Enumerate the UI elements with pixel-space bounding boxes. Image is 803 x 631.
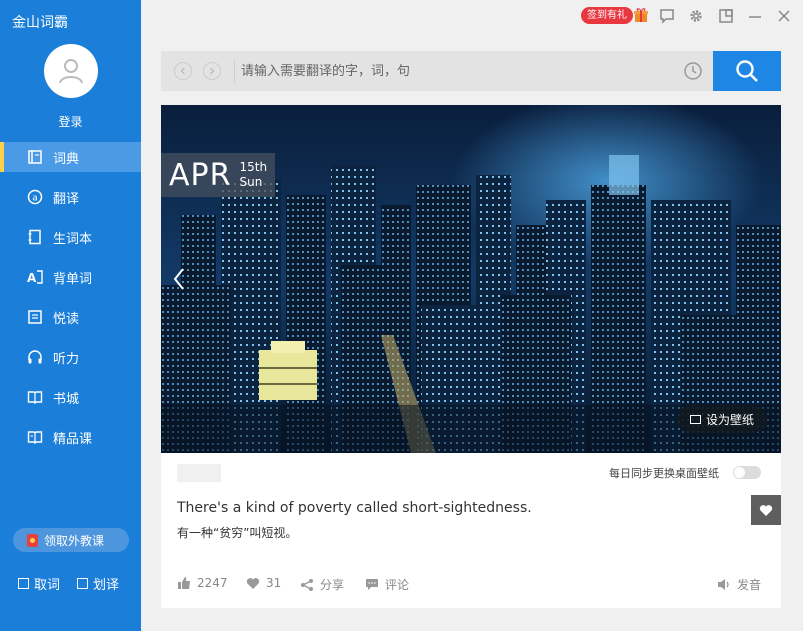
sidebar-item-wordbook[interactable]: 生词本	[0, 222, 141, 252]
search-button[interactable]	[713, 51, 781, 91]
pronounce-label: 发音	[737, 578, 762, 592]
comment-label: 评论	[385, 578, 410, 592]
daily-sentence-card: APR 15th Sun 设为壁纸 每日同步更换桌面壁纸 There's a k…	[161, 105, 781, 608]
heart-count-button[interactable]: 31	[246, 576, 281, 590]
svg-text:A: A	[27, 271, 37, 285]
sidebar-item-bookstore[interactable]: 书城	[0, 382, 141, 412]
courses-icon	[26, 428, 44, 446]
speaker-icon	[718, 579, 729, 590]
forward-icon[interactable]	[203, 62, 221, 80]
comment-button[interactable]: 评论	[365, 576, 409, 593]
main-panel: 签到有礼 请输入需要翻译的字，词，句 APR 15th Sun 设为壁纸 每日同…	[141, 0, 803, 631]
take-word-checkbox[interactable]: 取词	[18, 574, 60, 593]
user-icon	[59, 59, 83, 84]
checkbox-box	[18, 578, 29, 589]
back-icon[interactable]	[174, 62, 192, 80]
wordbook-icon	[26, 228, 44, 246]
favorite-button[interactable]	[751, 495, 781, 525]
sync-wallpaper-toggle[interactable]	[733, 466, 761, 479]
share-button[interactable]: 分享	[300, 576, 344, 593]
take-word-label: 取词	[34, 578, 61, 593]
sidebar-item-label: 悦读	[53, 311, 80, 327]
share-label: 分享	[320, 578, 345, 592]
chevron-left-icon[interactable]	[169, 265, 189, 293]
sidebar: 金山词霸 登录 词典 a 翻译 生词本 A 背单词 悦读 听力 书城 精品课 领…	[0, 0, 141, 631]
thumbs-up-icon	[178, 577, 190, 589]
history-icon[interactable]	[683, 61, 703, 81]
minimize-icon[interactable]	[746, 7, 764, 25]
app-title: 金山词霸	[12, 15, 68, 31]
bookstore-icon	[26, 388, 44, 406]
sidebar-item-translate[interactable]: a 翻译	[0, 182, 141, 212]
sidebar-item-label: 背单词	[53, 271, 93, 287]
sidebar-item-label: 生词本	[53, 231, 93, 247]
search-icon	[736, 60, 758, 82]
date-box: APR 15th Sun	[161, 153, 276, 197]
tag-placeholder	[177, 464, 221, 482]
share-icon	[301, 578, 313, 591]
like-button[interactable]: 2247	[177, 576, 228, 590]
monitor-icon	[689, 414, 701, 424]
dictionary-icon	[26, 148, 44, 166]
sidebar-item-memorize-words[interactable]: A 背单词	[0, 262, 141, 292]
sidebar-item-courses[interactable]: 精品课	[0, 422, 141, 452]
gift-icon[interactable]	[633, 7, 649, 23]
checkbox-box	[77, 578, 88, 589]
coupon-label: 领取外教课	[44, 533, 105, 548]
avatar[interactable]	[44, 44, 98, 98]
heart-icon	[246, 577, 260, 589]
set-wallpaper-button[interactable]: 设为壁纸	[677, 405, 767, 433]
sentence-chinese: 有一种“贫穷”叫短视。	[177, 526, 298, 540]
city-wallpaper-image: APR 15th Sun 设为壁纸	[161, 105, 781, 453]
date-weekday: Sun	[239, 175, 263, 189]
headphones-icon	[26, 348, 44, 366]
pronounce-button[interactable]: 发音	[717, 576, 761, 593]
sidebar-item-label: 翻译	[53, 191, 80, 207]
translate-icon: a	[26, 188, 44, 206]
mini-mode-icon[interactable]	[717, 7, 735, 25]
sidebar-item-label: 听力	[53, 351, 80, 367]
date-detail: 15th Sun	[239, 160, 267, 190]
sidebar-item-dictionary[interactable]: 词典	[0, 142, 141, 172]
sidebar-item-listening[interactable]: 听力	[0, 342, 141, 372]
select-translate-label: 划译	[93, 578, 120, 593]
sidebar-item-label: 精品课	[53, 431, 93, 447]
sidebar-item-label: 词典	[53, 151, 80, 167]
signin-badge[interactable]: 签到有礼	[581, 7, 633, 24]
select-translate-checkbox[interactable]: 划译	[77, 574, 119, 593]
sync-wallpaper-label: 每日同步更换桌面壁纸	[609, 467, 719, 480]
login-link[interactable]: 登录	[0, 113, 141, 130]
divider	[234, 59, 235, 83]
title-bar: 签到有礼	[141, 0, 803, 32]
coupon-button[interactable]: 领取外教课	[13, 528, 129, 552]
like-count: 2247	[197, 576, 228, 590]
gear-icon[interactable]	[687, 7, 705, 25]
date-month: APR	[169, 157, 232, 193]
search-input[interactable]	[241, 57, 671, 85]
svg-text:a: a	[32, 194, 38, 204]
red-envelope-icon	[27, 533, 38, 547]
close-icon[interactable]	[775, 7, 793, 25]
heart-count: 31	[266, 576, 282, 590]
memorize-words-icon: A	[26, 268, 44, 286]
sidebar-item-label: 书城	[53, 391, 80, 407]
search-bar	[161, 51, 781, 91]
reading-icon	[26, 308, 44, 326]
set-wallpaper-label: 设为壁纸	[705, 412, 754, 427]
comment-icon	[366, 579, 378, 590]
sentence-english: There's a kind of poverty called short-s…	[177, 500, 532, 516]
feedback-icon[interactable]	[658, 7, 676, 25]
heart-icon	[759, 504, 773, 516]
date-day: 15th	[239, 160, 268, 174]
sidebar-item-reading[interactable]: 悦读	[0, 302, 141, 332]
